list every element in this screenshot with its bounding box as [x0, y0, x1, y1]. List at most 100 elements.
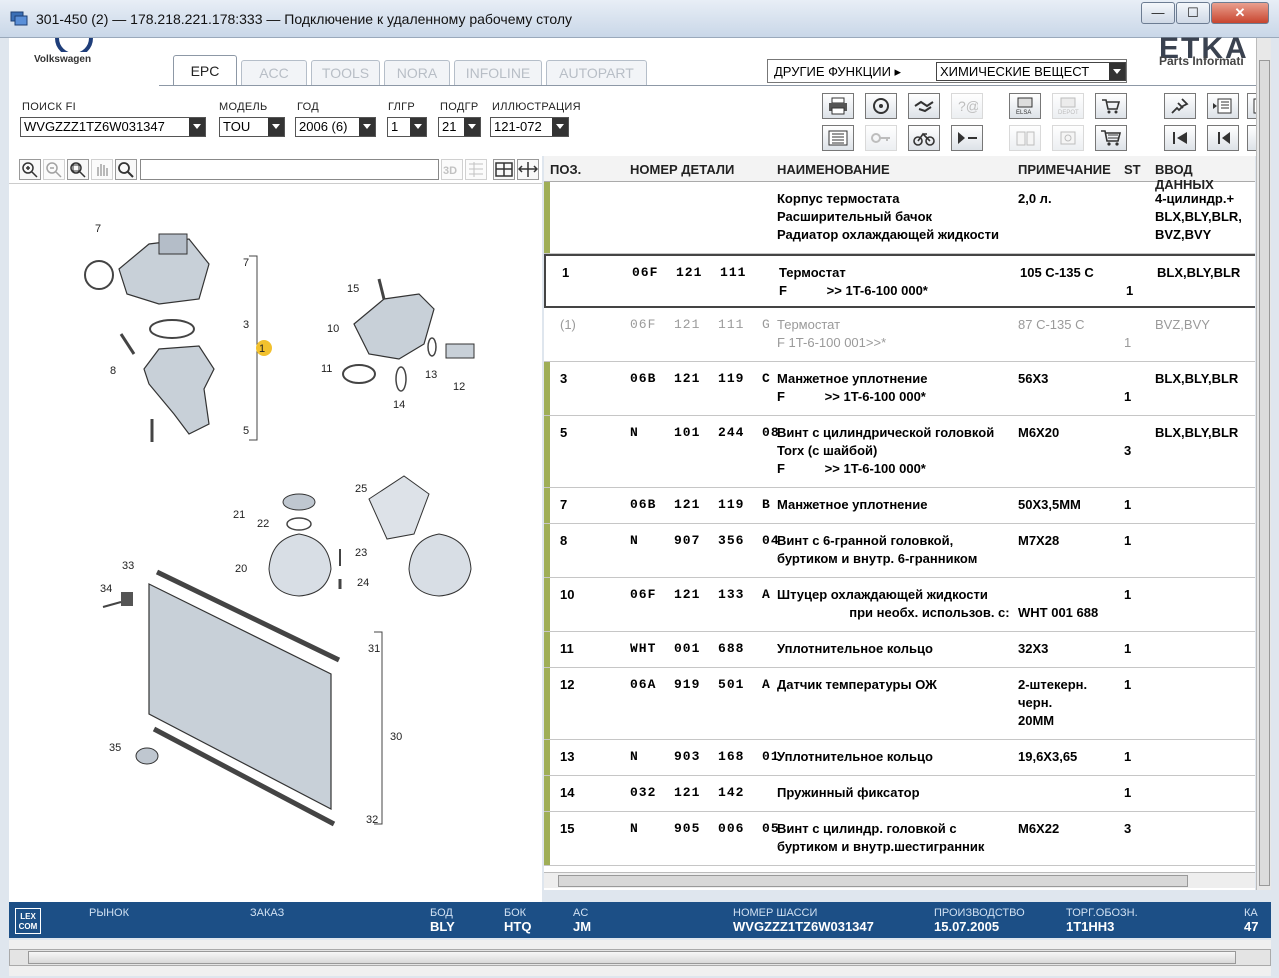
scroll-thumb[interactable] — [1259, 60, 1270, 886]
shopping-cart-button[interactable] — [1095, 125, 1127, 151]
maximize-button[interactable]: ☐ — [1176, 2, 1210, 24]
illustration-value: 121-072 — [494, 119, 542, 134]
illustration-select[interactable]: 121-072 — [490, 117, 569, 137]
zoom-out-button[interactable] — [43, 159, 65, 180]
elsa-button[interactable]: ELSA — [1009, 93, 1041, 119]
key-button[interactable] — [865, 125, 897, 151]
callout-number[interactable]: 12 — [453, 381, 465, 393]
stock-button[interactable] — [1052, 125, 1084, 151]
table-row[interactable]: 14 032 121 142 Пружинный фиксатор 1 — [544, 776, 1255, 812]
cell-note: WHT 001 688 — [1018, 605, 1099, 620]
scroll-thumb[interactable] — [28, 951, 1236, 964]
table-row[interactable]: 13 N 903 168 01 Уплотнительное кольцо 19,6X… — [544, 740, 1255, 776]
ac-label: AC — [573, 907, 589, 919]
row-marker — [544, 812, 550, 865]
callout-number[interactable]: 15 — [347, 283, 359, 295]
tab-acc[interactable]: ACC — [241, 60, 307, 85]
table-row[interactable]: 3 06B 121 119 C Манжетное уплотнение F >> … — [544, 362, 1255, 416]
prev-page-button[interactable] — [1207, 125, 1239, 151]
callout-number[interactable]: 8 — [110, 365, 116, 377]
pin-button[interactable] — [1164, 93, 1196, 119]
pan-button[interactable] — [91, 159, 113, 180]
search-button[interactable] — [115, 159, 137, 180]
callout-number[interactable]: 1 — [259, 343, 265, 355]
print-button[interactable] — [822, 93, 854, 119]
split-view-button[interactable] — [493, 159, 515, 180]
model-select[interactable]: TOU — [219, 117, 285, 137]
table-row[interactable]: 7 06B 121 119 B Манжетное уплотнение 50X3,5… — [544, 488, 1255, 524]
fi-select[interactable]: WVGZZZ1TZ6W031347 — [20, 117, 206, 137]
callout-number[interactable]: 5 — [243, 425, 249, 437]
cell-name: Уплотнительное кольцо — [777, 749, 933, 764]
illustration-search-input[interactable] — [140, 159, 439, 180]
row-marker — [544, 416, 550, 487]
table-row[interactable]: (1) 06F 121 111 G Термостат F 1T-6-100 001… — [544, 308, 1255, 362]
resize-panel-button[interactable] — [517, 159, 539, 180]
callout-number[interactable]: 31 — [368, 643, 380, 655]
phone-button[interactable] — [1009, 125, 1041, 151]
callout-number[interactable]: 34 — [100, 583, 112, 595]
table-row[interactable]: 11 WHT 001 688 Уплотнительное кольцо 32X3 1 — [544, 632, 1255, 668]
zoom-fit-button[interactable] — [67, 159, 89, 180]
book-back-button[interactable] — [1207, 93, 1239, 119]
glgr-select[interactable]: 1 — [387, 117, 427, 137]
window-horizontal-scrollbar[interactable] — [9, 940, 1271, 976]
callout-number[interactable]: 23 — [355, 547, 367, 559]
minimize-button[interactable]: — — [1141, 2, 1175, 24]
callout-number[interactable]: 11 — [321, 363, 332, 375]
close-button[interactable]: ✕ — [1211, 2, 1269, 24]
callout-number[interactable]: 20 — [235, 563, 247, 575]
parts-illustration[interactable]: 7 7 3 1 8 5 15 10 11 13 12 14 25 21 22 23 20 24 33 34 31 30 35… — [9, 184, 542, 902]
grid-view-button[interactable] — [465, 159, 487, 180]
depot-button[interactable]: DEPOT — [1052, 93, 1084, 119]
callout-number[interactable]: 35 — [109, 742, 121, 754]
first-page-button[interactable] — [1164, 125, 1196, 151]
table-row[interactable]: 5 N 101 244 08 Винт с цилиндрической голов… — [544, 416, 1255, 488]
callout-number[interactable]: 7 — [243, 257, 249, 269]
cell-data: BLX,BLY,BLR — [1157, 265, 1241, 280]
scroll-thumb[interactable] — [558, 875, 1188, 887]
callout-number[interactable]: 7 — [95, 223, 101, 235]
callout-number[interactable]: 25 — [355, 483, 367, 495]
handshake-button[interactable] — [908, 93, 940, 119]
zoom-in-button[interactable] — [19, 159, 41, 180]
vehicle-button[interactable] — [908, 125, 940, 151]
table-row[interactable]: Корпус термостата Расширительный бачок Р… — [544, 182, 1255, 254]
table-row[interactable]: 10 06F 121 133 A Штуцер охлаждающей жидкос… — [544, 578, 1255, 632]
tab-autopart[interactable]: AUTOPART — [546, 60, 647, 85]
3d-button[interactable]: 3D — [441, 159, 463, 180]
year-select[interactable]: 2006 (6) — [295, 117, 376, 137]
table-row[interactable]: 15 N 905 006 05 Винт с цилиндр. головкой с… — [544, 812, 1255, 866]
phone-icon — [1016, 131, 1035, 146]
table-row[interactable]: 8 N 907 356 04 Винт с 6-гранной головкой, … — [544, 524, 1255, 578]
tab-nora[interactable]: NORA — [384, 60, 450, 85]
other-functions-select[interactable]: ХИМИЧЕСКИЕ ВЕЩЕСТ — [936, 62, 1126, 81]
table-row[interactable]: 1 06F 121 111 Термостат F >> 1T-6-100 000*… — [544, 254, 1255, 308]
tab-infoline[interactable]: INFOLINE — [454, 60, 542, 85]
cell-pos: 8 — [560, 533, 568, 548]
callout-number[interactable]: 21 — [233, 509, 245, 521]
table-row[interactable]: 12 06A 919 501 A Датчик температуры ОЖ 2-шт… — [544, 668, 1255, 740]
callout-number[interactable]: 3 — [243, 319, 249, 331]
help-button[interactable]: ?@ — [951, 93, 983, 119]
callout-number[interactable]: 32 — [366, 814, 378, 826]
cell-st: 3 — [1124, 443, 1132, 458]
callout-number[interactable]: 24 — [357, 577, 369, 589]
list-button[interactable] — [822, 125, 854, 151]
callout-number[interactable]: 10 — [327, 323, 339, 335]
podgr-select[interactable]: 21 — [438, 117, 481, 137]
callout-number[interactable]: 33 — [122, 560, 134, 572]
parts-wheel-button[interactable] — [865, 93, 897, 119]
callout-number[interactable]: 30 — [390, 731, 402, 743]
tab-tools[interactable]: TOOLS — [311, 60, 380, 85]
tab-epc[interactable]: EPC — [173, 55, 237, 86]
callout-number[interactable]: 22 — [257, 518, 269, 530]
vertical-scrollbar[interactable] — [1256, 38, 1271, 890]
cell-num: 06B 121 119 B — [630, 497, 771, 512]
table-horizontal-scrollbar[interactable] — [544, 872, 1255, 888]
scroll-track[interactable] — [9, 949, 1271, 966]
play-button[interactable] — [951, 125, 983, 151]
cart-transfer-button[interactable] — [1095, 93, 1127, 119]
callout-number[interactable]: 14 — [393, 399, 405, 411]
callout-number[interactable]: 13 — [425, 369, 437, 381]
